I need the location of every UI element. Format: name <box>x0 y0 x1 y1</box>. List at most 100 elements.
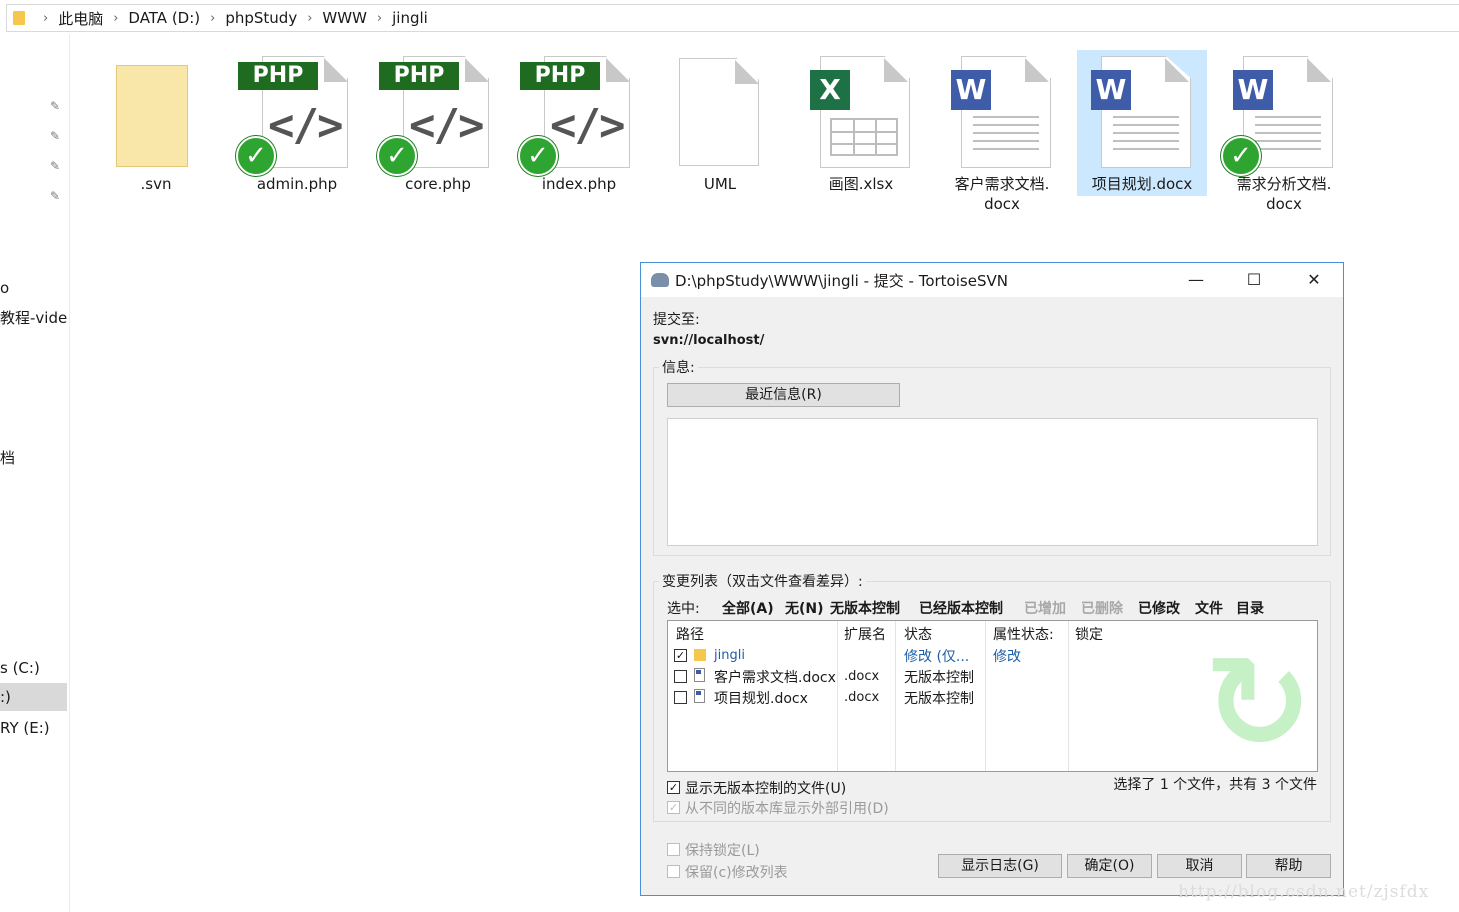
file-item-core-php[interactable]: PHP </> ✓ core.php <box>373 50 503 196</box>
chevron-right-icon[interactable]: › <box>113 11 118 26</box>
show-externals-checkbox: ✓ <box>667 801 680 814</box>
commit-arrow-icon: ↻ <box>1203 627 1313 772</box>
commit-to-label: 提交至: <box>653 312 700 328</box>
column-header-lock[interactable]: 锁定 <box>1075 624 1103 644</box>
nav-item-label: 教程-vide <box>0 309 67 327</box>
recent-messages-button[interactable]: 最近信息(R) <box>667 383 900 407</box>
row-path[interactable]: 客户需求文档.docx <box>714 667 836 687</box>
cancel-button[interactable]: 取消 <box>1157 854 1242 878</box>
ok-button[interactable]: 确定(O) <box>1067 854 1152 878</box>
nav-item-label: :) <box>0 688 11 706</box>
text-lines-icon <box>1113 116 1179 156</box>
file-item-index-php[interactable]: PHP </> ✓ index.php <box>514 50 644 196</box>
file-label-line1: 客户需求文档. <box>954 175 1050 193</box>
file-item-admin-php[interactable]: PHP </> ✓ admin.php <box>232 50 362 196</box>
filter-all[interactable]: 全部(A) <box>722 598 774 618</box>
file-label: 项目规划.docx <box>1091 175 1193 193</box>
file-item-svn[interactable]: .svn <box>91 50 221 196</box>
svn-normal-check-icon: ✓ <box>1221 136 1261 176</box>
filter-deleted: 已删除 <box>1081 601 1123 617</box>
file-item-uml[interactable]: UML <box>655 50 785 196</box>
pin-icon[interactable]: ✎ <box>50 160 62 172</box>
file-item-req-analysis-docx[interactable]: W ✓ 需求分析文档. docx <box>1219 50 1349 213</box>
nav-item-label: RY (E:) <box>0 719 50 737</box>
nav-item[interactable]: 教程-vide <box>0 304 67 332</box>
nav-item-c-drive[interactable]: s (C:) <box>0 654 67 682</box>
breadcrumb-www[interactable]: WWW <box>322 9 367 27</box>
file-label: 画图.xlsx <box>828 175 894 193</box>
file-item-customer-req-docx[interactable]: W 客户需求文档. docx <box>937 50 1067 213</box>
pin-icon[interactable]: ✎ <box>50 100 62 112</box>
svn-normal-check-icon: ✓ <box>377 136 417 176</box>
breadcrumb-data-drive[interactable]: DATA (D:) <box>128 9 200 27</box>
text-lines-icon <box>1255 116 1321 156</box>
pin-icon[interactable]: ✎ <box>50 190 62 202</box>
help-button[interactable]: 帮助 <box>1246 854 1331 878</box>
row-status: 无版本控制 <box>904 691 974 707</box>
chevron-right-icon[interactable]: › <box>210 11 215 26</box>
breadcrumb-this-pc[interactable]: 此电脑 <box>58 8 103 29</box>
nav-item-d-drive[interactable]: :) <box>0 683 67 711</box>
folder-icon <box>694 649 706 661</box>
pin-icon[interactable]: ✎ <box>50 130 62 142</box>
selection-summary: 选择了 1 个文件，共有 3 个文件 <box>1113 777 1317 793</box>
show-unversioned-checkbox[interactable]: ✓ <box>667 781 680 794</box>
minimize-button[interactable]: — <box>1173 263 1219 297</box>
word-file-icon <box>694 668 705 682</box>
word-badge-icon: W <box>1091 70 1131 110</box>
show-unversioned-label[interactable]: 显示无版本控制的文件(U) <box>685 778 846 798</box>
file-label-line2: docx <box>984 195 1020 213</box>
file-item-project-plan-docx[interactable]: W 项目规划.docx <box>1077 50 1207 196</box>
filter-none[interactable]: 无(N) <box>785 598 824 618</box>
navigation-pane[interactable]: ✎ ✎ ✎ ✎ o 教程-vide 档 s (C:) :) RY (E:) <box>0 34 70 912</box>
svn-normal-check-icon: ✓ <box>518 136 558 176</box>
breadcrumb-jingli[interactable]: jingli <box>392 9 428 27</box>
filter-unversioned[interactable]: 无版本控制 <box>830 598 900 618</box>
close-button[interactable]: ✕ <box>1291 263 1337 297</box>
spreadsheet-grid-icon <box>830 118 898 156</box>
changes-list[interactable]: ↻ 路径 扩展名 状态 属性状态: 锁定 ✓ jingli 修改 (仅... 修… <box>667 620 1318 772</box>
php-badge: PHP <box>379 62 459 90</box>
file-item-xlsx[interactable]: X 画图.xlsx <box>796 50 926 196</box>
word-badge-icon: W <box>1233 70 1273 110</box>
filter-modified[interactable]: 已修改 <box>1138 598 1180 618</box>
keep-locks-checkbox <box>667 843 680 856</box>
nav-item[interactable]: o <box>0 274 67 302</box>
column-separator[interactable] <box>1068 621 1069 771</box>
folder-icon <box>116 65 188 167</box>
filter-directories[interactable]: 目录 <box>1236 598 1264 618</box>
nav-item-label: o <box>0 279 10 297</box>
show-log-button[interactable]: 显示日志(G) <box>938 854 1062 878</box>
row-path[interactable]: jingli <box>714 648 745 663</box>
column-header-path[interactable]: 路径 <box>676 624 704 644</box>
nav-item[interactable]: 档 <box>0 444 67 472</box>
tortoisesvn-icon <box>651 273 669 287</box>
column-separator[interactable] <box>837 621 838 771</box>
chevron-right-icon[interactable]: › <box>377 11 382 26</box>
folder-icon <box>13 11 25 25</box>
word-badge-icon: W <box>951 70 991 110</box>
row-checkbox[interactable] <box>674 670 687 683</box>
row-path[interactable]: 项目规划.docx <box>714 688 808 708</box>
commit-message-input[interactable] <box>667 418 1318 546</box>
nav-item-e-drive[interactable]: RY (E:) <box>0 714 67 742</box>
column-separator[interactable] <box>985 621 986 771</box>
filter-versioned[interactable]: 已经版本控制 <box>919 598 1003 618</box>
column-separator[interactable] <box>895 621 896 771</box>
row-extension: .docx <box>844 690 880 705</box>
select-label: 选中: <box>667 601 700 617</box>
row-checkbox[interactable]: ✓ <box>674 649 687 662</box>
row-checkbox[interactable] <box>674 691 687 704</box>
maximize-button[interactable]: ☐ <box>1231 263 1277 297</box>
php-badge: PHP <box>238 62 318 90</box>
column-header-property-status[interactable]: 属性状态: <box>993 624 1054 644</box>
address-bar[interactable]: › 此电脑 › DATA (D:) › phpStudy › WWW › jin… <box>6 4 1459 32</box>
column-header-extension[interactable]: 扩展名 <box>844 624 886 644</box>
dialog-title-bar[interactable]: D:\phpStudy\WWW\jingli - 提交 - TortoiseSV… <box>641 263 1343 297</box>
column-header-status[interactable]: 状态 <box>904 624 932 644</box>
chevron-right-icon[interactable]: › <box>307 11 312 26</box>
filter-files[interactable]: 文件 <box>1195 598 1223 618</box>
breadcrumb-phpstudy[interactable]: phpStudy <box>225 9 297 27</box>
dialog-title: D:\phpStudy\WWW\jingli - 提交 - TortoiseSV… <box>675 271 1008 290</box>
text-lines-icon <box>973 116 1039 156</box>
